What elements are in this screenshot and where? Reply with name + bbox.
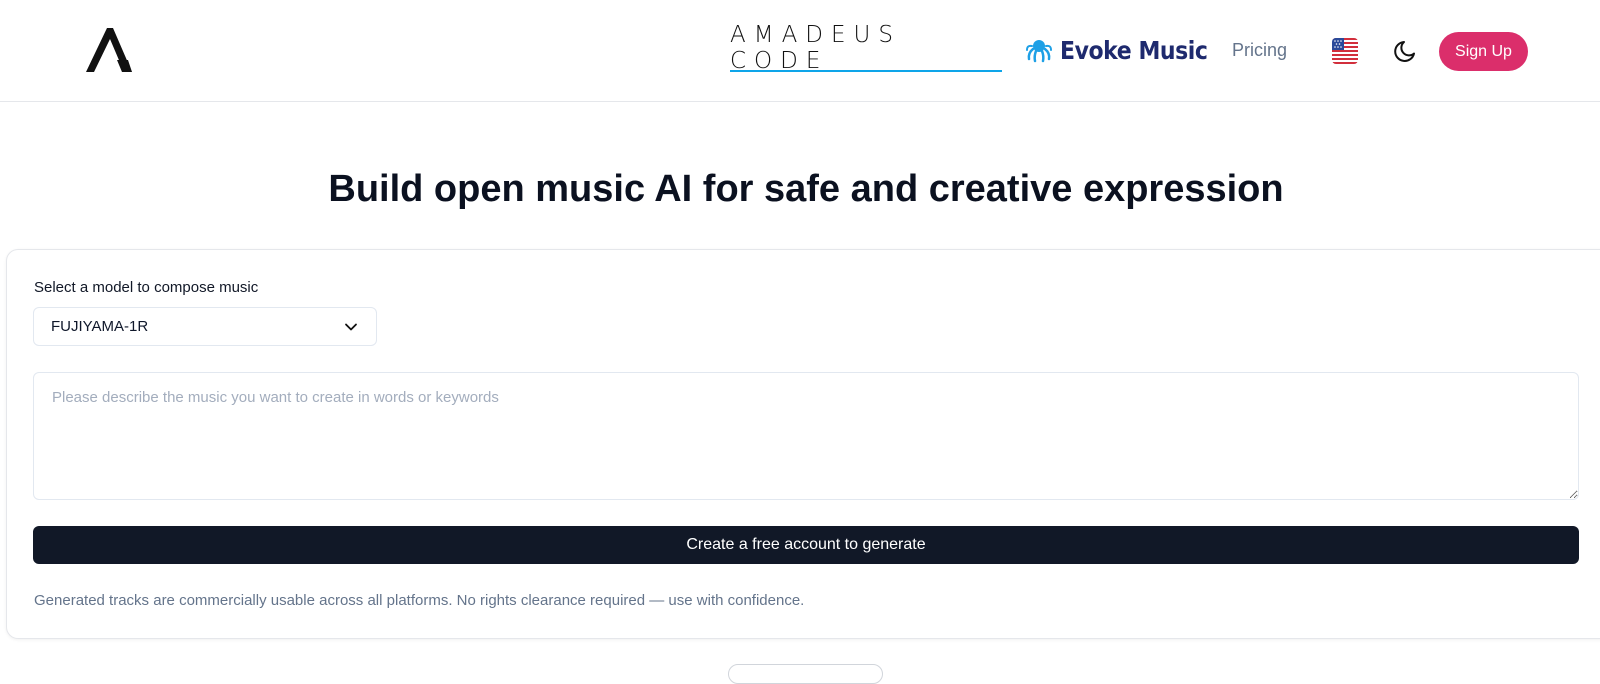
page-title: Build open music AI for safe and creativ… bbox=[328, 168, 1284, 210]
commercial-use-note: Generated tracks are commercially usable… bbox=[34, 592, 805, 609]
chevron-down-icon bbox=[345, 323, 357, 331]
nav-pricing[interactable]: Pricing bbox=[1232, 40, 1287, 61]
bottom-button[interactable] bbox=[728, 664, 883, 684]
nav-amadeus-code[interactable]: AMADEUS CODE bbox=[730, 22, 1002, 74]
music-prompt-input[interactable] bbox=[33, 372, 1579, 500]
site-header: AMADEUS CODE Evoke Music Pricing Sign Up bbox=[0, 0, 1600, 102]
moon-icon bbox=[1394, 41, 1415, 62]
language-selector[interactable] bbox=[1332, 38, 1358, 64]
model-select[interactable]: FUJIYAMA-1R bbox=[33, 307, 377, 346]
compose-card: Select a model to compose music FUJIYAMA… bbox=[6, 249, 1600, 639]
amadeus-logo-icon[interactable] bbox=[86, 28, 134, 74]
us-flag-icon bbox=[1332, 38, 1358, 64]
model-select-label: Select a model to compose music bbox=[34, 279, 259, 296]
signup-button[interactable]: Sign Up bbox=[1439, 32, 1528, 71]
theme-toggle-button[interactable] bbox=[1392, 37, 1420, 65]
model-select-value: FUJIYAMA-1R bbox=[51, 318, 149, 335]
octopus-icon bbox=[1026, 40, 1052, 63]
nav-evoke-music[interactable]: Evoke Music bbox=[1026, 30, 1228, 70]
evoke-music-label: Evoke Music bbox=[1060, 35, 1208, 65]
create-account-button[interactable]: Create a free account to generate bbox=[33, 526, 1579, 564]
